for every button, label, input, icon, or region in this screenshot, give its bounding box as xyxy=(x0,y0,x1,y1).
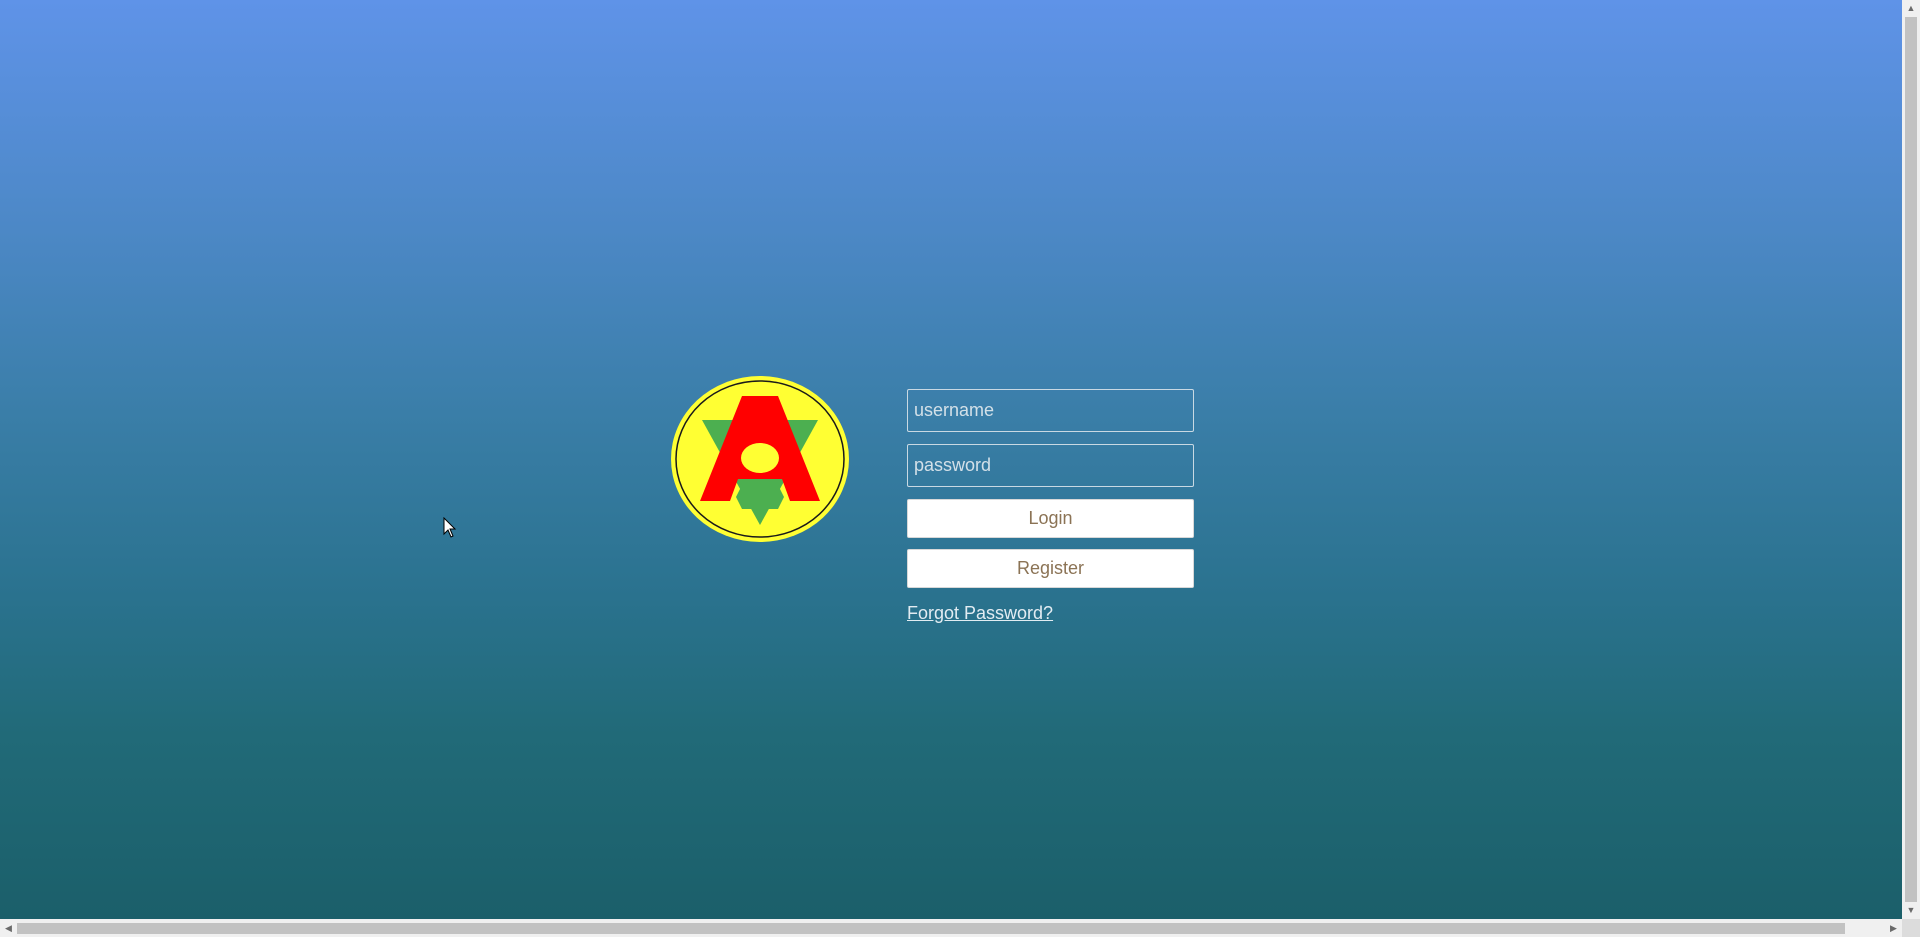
login-form: Login Register Forgot Password? xyxy=(907,389,1194,624)
mouse-pointer-icon xyxy=(443,517,457,538)
password-input[interactable] xyxy=(907,444,1194,487)
username-input[interactable] xyxy=(907,389,1194,432)
login-page: Login Register Forgot Password? xyxy=(0,0,1902,919)
login-button[interactable]: Login xyxy=(907,499,1194,538)
horizontal-scroll-thumb[interactable] xyxy=(17,923,1845,934)
vertical-scrollbar[interactable]: ▲ ▼ xyxy=(1902,0,1920,919)
scroll-right-arrow-icon[interactable]: ▶ xyxy=(1885,919,1902,937)
scroll-down-arrow-icon[interactable]: ▼ xyxy=(1902,902,1920,919)
vertical-scroll-thumb[interactable] xyxy=(1905,17,1917,902)
scrollbar-corner xyxy=(1902,919,1920,937)
logo xyxy=(671,376,849,542)
horizontal-scrollbar[interactable]: ◀ ▶ xyxy=(0,919,1902,937)
scroll-up-arrow-icon[interactable]: ▲ xyxy=(1902,0,1920,17)
scroll-left-arrow-icon[interactable]: ◀ xyxy=(0,919,17,937)
register-button[interactable]: Register xyxy=(907,549,1194,588)
forgot-password-link[interactable]: Forgot Password? xyxy=(907,603,1053,624)
